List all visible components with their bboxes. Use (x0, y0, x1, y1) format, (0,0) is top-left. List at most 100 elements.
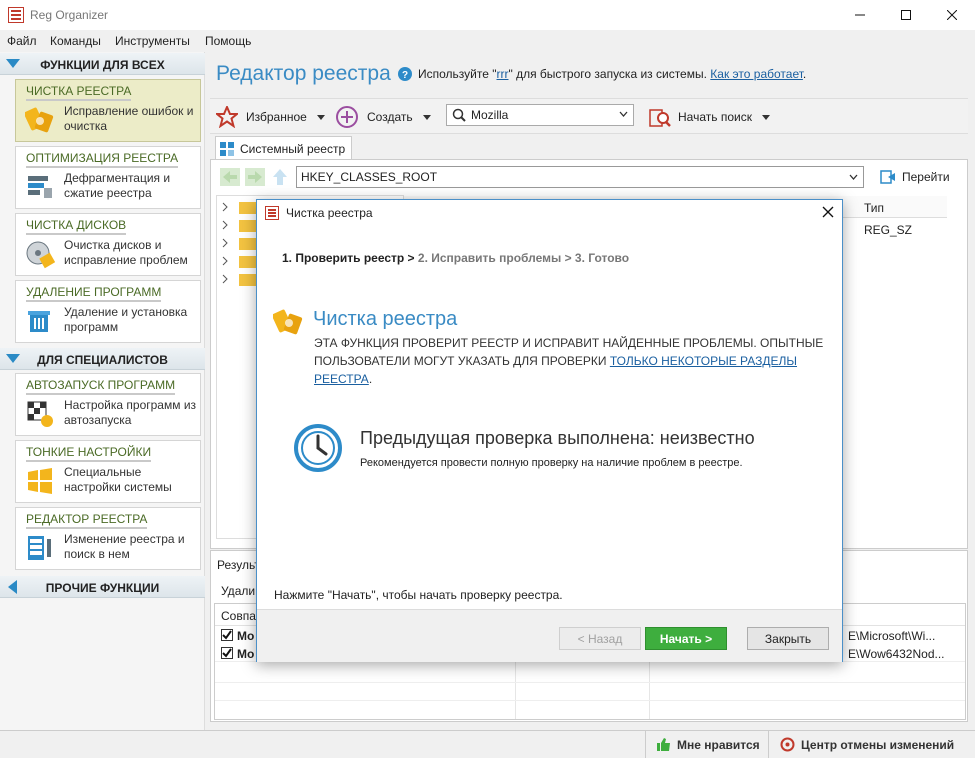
sidebar-item-desc: Специальные настройки системы (64, 465, 172, 494)
uninstall-icon (25, 306, 55, 336)
address-value: HKEY_CLASSES_ROOT (301, 170, 438, 184)
close-window-button[interactable] (929, 0, 975, 30)
dropdown-caret-icon (316, 114, 325, 120)
results-tab[interactable]: Результ (217, 558, 260, 572)
sidebar-item-desc: Изменение реестра и поиск в нем (64, 532, 185, 561)
chevron-down-icon[interactable] (849, 174, 858, 180)
undo-center-button[interactable]: Центр отмены изменений (780, 737, 954, 752)
status-bar: Мне нравится Центр отмены изменений (0, 730, 975, 758)
sidebar-item-uninstall[interactable]: УДАЛЕНИЕ ПРОГРАММ Удаление и установка п… (15, 280, 201, 343)
tree-node[interactable] (221, 272, 261, 286)
go-button[interactable]: Перейти (880, 169, 950, 185)
quick-launch-hint: Используйте "rrr" для быстрого запуска и… (418, 67, 806, 81)
dialog-heading: Чистка реестра (313, 308, 458, 330)
menu-file[interactable]: Файл (7, 34, 37, 48)
section-for-specialists[interactable]: ДЛЯ СПЕЦИАЛИСТОВ (0, 348, 205, 370)
sidebar-item-desc: Исправление ошибок и очистка (64, 104, 194, 133)
tree-node[interactable] (221, 236, 261, 250)
status-divider (768, 731, 769, 758)
wizard-steps: 1. Проверить реестр > 2. Исправить пробл… (282, 251, 629, 265)
tab-label: Системный реестр (240, 142, 346, 156)
start-button[interactable]: Начать > (645, 627, 727, 650)
maximize-button[interactable] (883, 0, 929, 30)
registry-address-field[interactable]: HKEY_CLASSES_ROOT (296, 166, 864, 188)
recommendation-text: Рекомендуется провести полную проверку н… (360, 457, 743, 469)
tree-node[interactable] (221, 218, 261, 232)
minimize-button[interactable] (837, 0, 883, 30)
help-icon: ? (398, 67, 412, 81)
back-button[interactable]: < Назад (559, 627, 641, 650)
checkbox-checked-icon[interactable] (221, 629, 233, 641)
dialog-title-bar: Чистка реестра (257, 200, 842, 226)
section-label: ДЛЯ СПЕЦИАЛИСТОВ (37, 353, 168, 367)
svg-text:?: ? (402, 70, 408, 81)
tree-node[interactable] (221, 200, 261, 214)
window-title: Reg Organizer (30, 8, 109, 22)
sidebar-item-tweaks[interactable]: ТОНКИЕ НАСТРОЙКИ Специальные настройки с… (15, 440, 201, 503)
step-current: 1. Проверить реестр > (282, 251, 415, 265)
like-button[interactable]: Мне нравится (656, 737, 760, 752)
go-label: Перейти (902, 170, 950, 184)
grid-cell-type: REG_SZ (864, 223, 913, 237)
dialog-close-icon[interactable] (822, 206, 834, 218)
tweaks-icon (25, 466, 55, 496)
up-arrow-icon[interactable] (272, 168, 288, 186)
tree-node[interactable] (221, 254, 261, 268)
close-button[interactable]: Закрыть (747, 627, 829, 650)
section-for-all[interactable]: ФУНКЦИИ ДЛЯ ВСЕХ (0, 53, 205, 75)
checkbox-checked-icon[interactable] (221, 647, 233, 659)
start-search-button[interactable]: Начать поиск (648, 105, 770, 129)
hint-command: rrr (496, 67, 509, 81)
menu-tools[interactable]: Инструменты (115, 34, 190, 48)
column-type[interactable]: Тип (864, 201, 884, 215)
thumbs-up-icon (656, 737, 671, 752)
row-divider (215, 682, 965, 683)
search-input[interactable]: Mozilla (446, 104, 634, 126)
sidebar-item-desc: Удаление и установка программ (64, 305, 188, 334)
menu-help[interactable]: Помощь (205, 34, 251, 48)
section-other[interactable]: ПРОЧИЕ ФУНКЦИИ (0, 576, 205, 598)
search-value: Mozilla (471, 108, 509, 122)
sidebar-item-registry-clean[interactable]: ЧИСТКА РЕЕСТРА Исправление ошибок и очис… (15, 79, 201, 142)
section-label: ПРОЧИЕ ФУНКЦИИ (45, 581, 160, 595)
registry-editor-icon (25, 533, 55, 563)
chevron-down-icon[interactable] (619, 111, 628, 117)
row-path: E\Microsoft\Wi... (848, 629, 936, 643)
row-divider (215, 700, 965, 701)
undo-center-icon (780, 737, 795, 752)
disk-clean-icon (25, 239, 55, 269)
sidebar-item-disk-clean[interactable]: ЧИСТКА ДИСКОВ Очистка дисков и исправлен… (15, 213, 201, 276)
steps-remaining: 2. Исправить проблемы > 3. Готово (414, 251, 630, 265)
tab-system-registry[interactable]: Системный реестр (215, 136, 352, 160)
hint-text: " для быстрого запуска из системы. (508, 67, 707, 81)
registry-clean-icon (273, 306, 305, 338)
row-name: Mo (237, 629, 255, 643)
sidebar-item-title: ОПТИМИЗАЦИЯ РЕЕСТРА (26, 151, 178, 168)
description-text: . (368, 372, 373, 386)
sidebar-item-registry-optimize[interactable]: ОПТИМИЗАЦИЯ РЕЕСТРА Дефрагментация и сжа… (15, 146, 201, 209)
favorites-button[interactable]: Избранное (216, 105, 325, 129)
sidebar-item-autostart[interactable]: АВТОЗАПУСК ПРОГРАММ Настройка программ и… (15, 373, 201, 436)
favorites-label: Избранное (246, 110, 307, 124)
start-search-label: Начать поиск (678, 110, 752, 124)
dialog-description: ЭТА ФУНКЦИЯ ПРОВЕРИТ РЕЕСТР И ИСПРАВИТ Н… (314, 334, 829, 388)
search-icon (452, 108, 466, 122)
dropdown-caret-icon (422, 114, 431, 120)
menu-commands[interactable]: Команды (50, 34, 101, 48)
registry-clean-icon (25, 105, 55, 135)
registry-tab-icon (220, 142, 234, 156)
sidebar-item-title: ЧИСТКА РЕЕСТРА (26, 84, 131, 101)
sidebar-item-registry-editor[interactable]: РЕДАКТОР РЕЕСТРА Изменение реестра и пои… (15, 507, 201, 570)
like-label: Мне нравится (677, 737, 760, 752)
column-match[interactable]: Совпа (221, 609, 256, 623)
section-label: ФУНКЦИИ ДЛЯ ВСЕХ (40, 58, 165, 72)
results-delete-button[interactable]: Удали (221, 584, 255, 598)
dialog-title: Чистка реестра (286, 206, 373, 220)
dialog-footer: < Назад Начать > Закрыть (257, 609, 842, 662)
autostart-icon (25, 399, 55, 429)
hint-text: Используйте " (418, 67, 497, 81)
back-arrow-icon[interactable] (220, 168, 240, 186)
create-button[interactable]: Создать (336, 105, 431, 129)
how-it-works-link[interactable]: Как это работает (710, 67, 803, 81)
forward-arrow-icon[interactable] (245, 168, 265, 186)
